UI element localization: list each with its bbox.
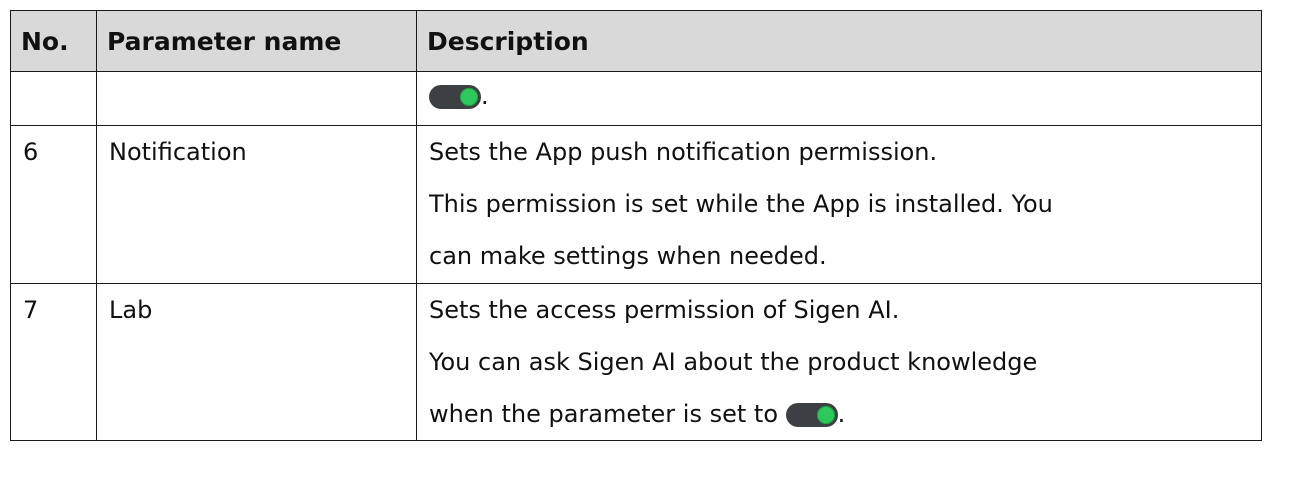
parameter-table: No. Parameter name Description . 6 Notif… [10, 10, 1262, 441]
row-number: 6 [23, 138, 39, 166]
toggle-on-icon [429, 85, 481, 109]
toggle-knob [816, 406, 835, 424]
cell-description: . [416, 71, 1262, 126]
cell-no: 6 [10, 125, 97, 284]
parameter-name: Notification [109, 138, 247, 166]
cell-name [96, 71, 417, 126]
cell-no: 7 [10, 283, 97, 441]
header-description: Description [416, 10, 1262, 72]
table-row: 6 Notification Sets the App push notific… [10, 125, 1262, 284]
cell-name: Lab [96, 283, 417, 441]
description-line: This permission is set while the App is … [429, 190, 1053, 218]
table-row: 7 Lab Sets the access permission of Sige… [10, 283, 1262, 441]
description-text: when the parameter is set to [429, 400, 778, 428]
cell-name: Notification [96, 125, 417, 284]
description-line: Sets the App push notification permissio… [429, 138, 938, 166]
description-line: when the parameter is set to . [429, 388, 1261, 440]
period-suffix: . [481, 82, 489, 110]
parameter-name: Lab [109, 296, 153, 324]
row-number: 7 [23, 296, 39, 324]
toggle-knob [460, 88, 478, 106]
table-header-row: No. Parameter name Description [10, 10, 1262, 72]
table-row-continuation: . [10, 71, 1262, 126]
description-line: You can ask Sigen AI about the product k… [429, 348, 1038, 376]
description-line: . [429, 76, 1261, 116]
toggle-on-icon [785, 403, 838, 427]
description-line: Sets the access permission of Sigen AI. [429, 296, 900, 324]
cell-description: Sets the access permission of Sigen AI. … [416, 283, 1262, 441]
cell-no [10, 71, 97, 126]
period-suffix: . [837, 400, 846, 428]
cell-description: Sets the App push notification permissio… [416, 125, 1262, 284]
header-parameter-name: Parameter name [96, 10, 417, 72]
header-no: No. [10, 10, 97, 72]
description-line: can make settings when needed. [429, 242, 827, 270]
